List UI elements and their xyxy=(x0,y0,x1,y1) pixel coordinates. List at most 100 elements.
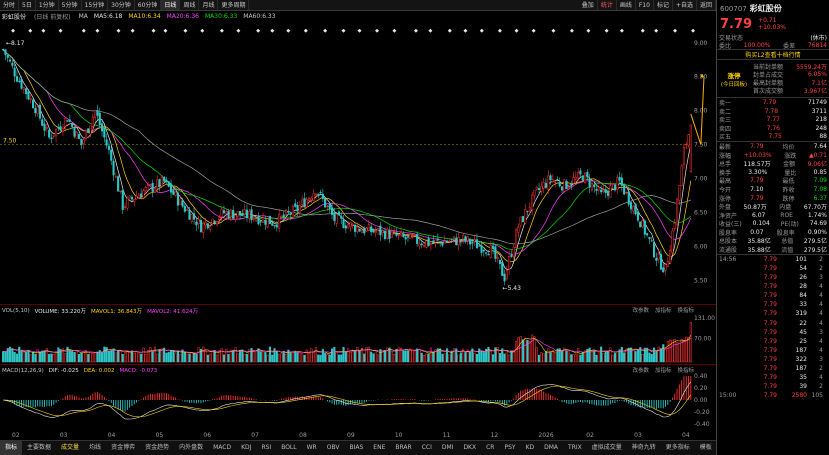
order-volume: 71749 xyxy=(807,98,827,106)
volume-bar xyxy=(169,350,173,363)
candle xyxy=(305,197,308,209)
x-axis-label: 06 xyxy=(203,432,211,439)
candle xyxy=(595,186,598,196)
period-tab[interactable]: 60分钟 xyxy=(135,0,162,10)
candle xyxy=(406,236,410,242)
period-tab[interactable]: 更多周期 xyxy=(218,0,250,10)
indicator-tab[interactable]: RSI xyxy=(256,441,276,455)
period-tab[interactable]: 30分钟 xyxy=(108,0,135,10)
price-axis-label: 9.00 xyxy=(694,40,708,47)
volume-axis-label: 70.00 xyxy=(694,335,711,342)
volume-bar xyxy=(673,339,676,363)
candlestick-chart[interactable]: 9.008.508.007.507.006.506.005.507.50←8.1… xyxy=(0,22,716,304)
toolbar-action[interactable]: 画线 xyxy=(617,0,636,10)
period-tab[interactable]: 分时 xyxy=(0,0,20,10)
weicha-value: 76814 xyxy=(807,41,827,49)
volume-bar xyxy=(209,353,212,363)
indicator-tab[interactable]: 指标 xyxy=(0,441,23,455)
indicator-tab[interactable]: MACD xyxy=(208,441,236,455)
indicator-tab[interactable]: BRAR xyxy=(390,441,416,455)
volume-bar xyxy=(52,354,55,363)
period-tab[interactable]: 周线 xyxy=(180,0,200,10)
volume-bar xyxy=(266,354,269,363)
indicator-tab[interactable]: 模板 xyxy=(695,441,716,455)
indicator-tab[interactable]: KDJ xyxy=(236,441,256,455)
candle xyxy=(298,200,301,217)
candle xyxy=(659,249,663,271)
indicator-tab[interactable]: 资金博弈 xyxy=(106,441,140,455)
indicator-tab[interactable]: 内外盘数 xyxy=(174,441,208,455)
volume-bar xyxy=(416,348,419,363)
period-tab[interactable]: 15分钟 xyxy=(82,0,109,10)
candle xyxy=(365,226,368,233)
volume-bar xyxy=(305,349,308,363)
volume-chart[interactable]: 131.00 70.00 xyxy=(0,304,716,364)
period-tab[interactable]: 5分钟 xyxy=(59,0,82,10)
indicator-tab[interactable]: DKX xyxy=(458,441,481,455)
volume-bar xyxy=(406,350,410,363)
toolbar-action[interactable]: F10 xyxy=(636,0,654,10)
price-axis-label: 5.50 xyxy=(694,277,708,284)
candle xyxy=(657,248,660,264)
event-marker: ◆ xyxy=(673,28,677,34)
tick-price: 7.79 xyxy=(763,392,777,400)
indicator-tab[interactable]: BOLL xyxy=(276,441,301,455)
volume-bar xyxy=(317,354,320,363)
volume-bar xyxy=(347,348,350,363)
tick-price: 7.79 xyxy=(763,255,777,263)
event-marker: ◆ xyxy=(184,28,188,34)
volume-bar xyxy=(590,350,594,363)
ma-legend-label: MA5: xyxy=(93,13,110,20)
candle xyxy=(422,243,426,248)
period-tab[interactable]: 日线 xyxy=(161,0,181,10)
macd-axis-label: -0.40 xyxy=(694,421,710,428)
indicator-tab[interactable]: DMI xyxy=(437,441,459,455)
candle xyxy=(381,229,384,238)
volume-bar xyxy=(261,351,265,363)
candle xyxy=(119,190,122,194)
indicator-tab[interactable]: 神奇九转 xyxy=(627,441,661,455)
ma-line-60 xyxy=(2,49,691,245)
indicator-tab[interactable]: 虚拟成交量 xyxy=(587,441,627,455)
l2-upgrade-text: 购买L2查看十档行情 xyxy=(745,52,801,60)
toolbar-action[interactable]: 返回 xyxy=(697,0,716,10)
indicator-tab[interactable]: 均线 xyxy=(84,441,106,455)
period-tab[interactable]: 月线 xyxy=(199,0,219,10)
candle xyxy=(209,223,212,233)
volume-bar xyxy=(137,352,140,363)
indicator-tab[interactable]: DMA xyxy=(539,441,563,455)
toolbar-action[interactable]: +自选 xyxy=(673,0,697,10)
x-axis-label: 07 xyxy=(251,432,259,439)
period-tab[interactable]: 5日 xyxy=(19,0,36,10)
volume-bar xyxy=(321,348,324,363)
indicator-tab[interactable]: BIAS xyxy=(344,441,368,455)
indicator-tab[interactable]: 更多指标 xyxy=(661,441,695,455)
toolbar-action[interactable]: 叠加 xyxy=(579,0,598,10)
indicator-tab[interactable]: 资金趋势 xyxy=(140,441,174,455)
indicator-tab[interactable]: TRIX xyxy=(563,441,587,455)
indicator-tab[interactable]: 主要数据 xyxy=(22,441,56,455)
volume-bar xyxy=(374,351,377,363)
l2-upgrade-link[interactable]: 购买L2查看十档行情 xyxy=(717,50,829,61)
indicator-tab[interactable]: WR xyxy=(302,441,322,455)
candle xyxy=(439,241,442,248)
volume-bar xyxy=(91,352,94,363)
candle xyxy=(570,180,573,190)
indicator-tab[interactable]: KD xyxy=(521,441,540,455)
indicator-tab[interactable]: OBV xyxy=(322,441,345,455)
toolbar-action[interactable]: 统计 xyxy=(598,0,617,10)
indicator-tab[interactable]: CCI xyxy=(417,441,437,455)
indicator-tab[interactable]: PSY xyxy=(499,441,520,455)
indicator-tab[interactable]: CR xyxy=(481,441,499,455)
candle xyxy=(664,264,667,276)
volume-bar xyxy=(121,354,124,363)
ma-legend-label: MA30: xyxy=(204,13,224,20)
volume-bar xyxy=(418,348,421,363)
toolbar-action[interactable]: 标记 xyxy=(654,0,673,10)
tick-count: 4 xyxy=(819,319,823,327)
macd-chart[interactable]: 0.40 0.20 0.00 -0.20 -0.40 xyxy=(0,364,716,430)
candle xyxy=(126,196,129,211)
period-tab[interactable]: 1分钟 xyxy=(36,0,59,10)
indicator-tab[interactable]: ENE xyxy=(368,441,390,455)
indicator-tab[interactable]: 成交量 xyxy=(56,441,84,455)
